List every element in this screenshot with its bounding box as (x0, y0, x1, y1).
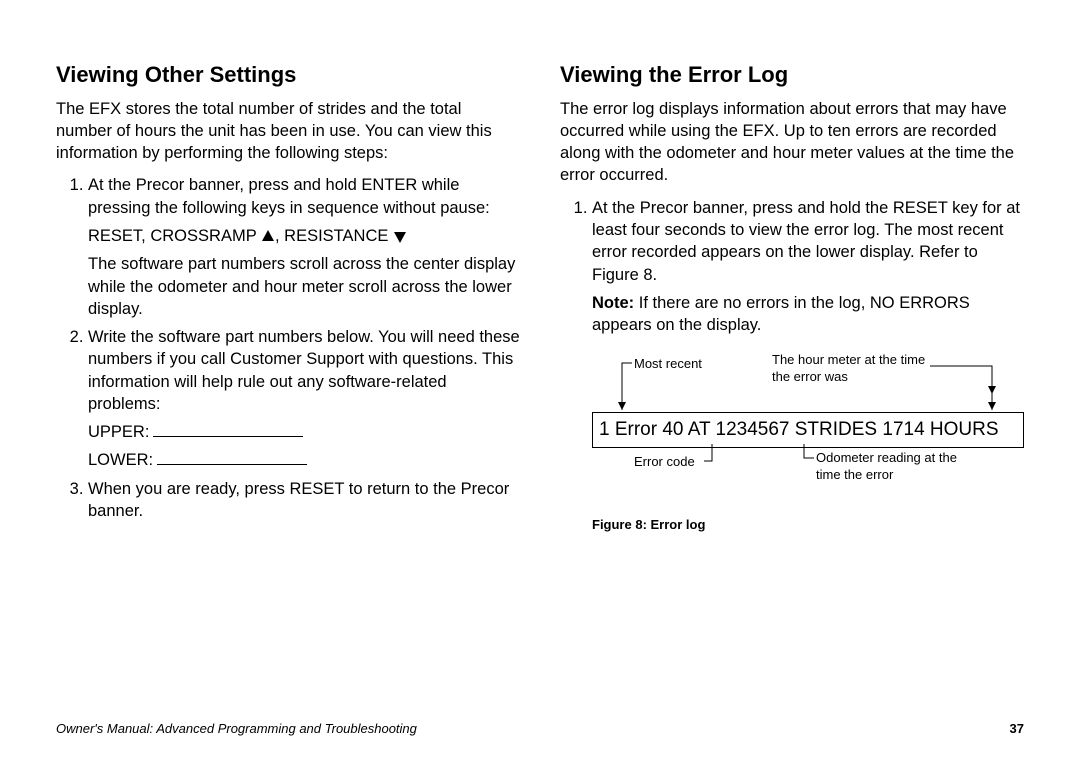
heading-other-settings: Viewing Other Settings (56, 60, 520, 90)
lower-label: LOWER: (88, 451, 153, 469)
left-column: Viewing Other Settings The EFX stores th… (56, 60, 520, 544)
page-number: 37 (1010, 721, 1024, 736)
right-step1-text: At the Precor banner, press and hold the… (592, 199, 1020, 284)
error-display-bar: 1 Error 40 AT 1234567 STRIDES 1714 HOURS (592, 412, 1024, 448)
key-sequence: RESET, CROSSRAMP , RESISTANCE (88, 225, 520, 247)
step2-text: Write the software part numbers below. Y… (88, 328, 520, 413)
intro-left: The EFX stores the total number of strid… (56, 98, 520, 165)
heading-error-log: Viewing the Error Log (560, 60, 1024, 90)
step1-line2: The software part numbers scroll across … (88, 253, 520, 320)
figure-caption: Figure 8: Error log (592, 516, 705, 534)
right-step-1: At the Precor banner, press and hold the… (592, 197, 1024, 539)
keyseq-part-b: , RESISTANCE (275, 227, 393, 245)
callout-odometer: Odometer reading at the time the error (816, 450, 966, 483)
figure-8: Most recent The hour meter at the time t… (592, 348, 1024, 538)
footer-title: Owner's Manual: Advanced Programming and… (56, 721, 417, 736)
callout-error-code: Error code (634, 454, 714, 470)
steps-right: At the Precor banner, press and hold the… (560, 197, 1024, 539)
step-1: At the Precor banner, press and hold ENT… (88, 174, 520, 320)
note-body: If there are no errors in the log, NO ER… (592, 294, 970, 334)
note-label: Note: (592, 294, 634, 312)
crossramp-up-icon (262, 230, 274, 241)
steps-left: At the Precor banner, press and hold ENT… (56, 174, 520, 522)
callout-hour-meter: The hour meter at the time the error was (772, 352, 927, 385)
upper-blank (153, 436, 303, 437)
intro-right: The error log displays information about… (560, 98, 1024, 187)
right-column: Viewing the Error Log The error log disp… (560, 60, 1024, 544)
page-footer: Owner's Manual: Advanced Programming and… (56, 721, 1024, 736)
upper-label: UPPER: (88, 423, 149, 441)
resistance-down-icon (394, 232, 406, 243)
lower-field: LOWER: (88, 449, 520, 471)
note-block: Note: If there are no errors in the log,… (592, 292, 1024, 337)
step-2: Write the software part numbers below. Y… (88, 326, 520, 472)
step-3: When you are ready, press RESET to retur… (88, 478, 520, 523)
callout-most-recent: Most recent (634, 356, 714, 372)
step1-line1: At the Precor banner, press and hold ENT… (88, 176, 490, 216)
upper-field: UPPER: (88, 421, 520, 443)
lower-blank (157, 464, 307, 465)
keyseq-part-a: RESET, CROSSRAMP (88, 227, 261, 245)
